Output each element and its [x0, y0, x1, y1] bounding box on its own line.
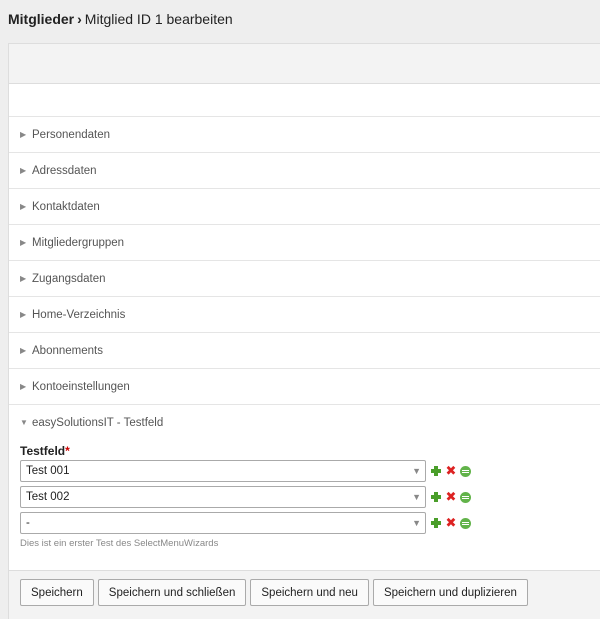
legend-adressdaten[interactable]: ▶ Adressdaten: [9, 152, 600, 188]
legend-label: Adressdaten: [32, 164, 97, 177]
delete-row-icon[interactable]: ✖: [445, 490, 457, 503]
chevron-down-icon: ▼: [412, 492, 421, 502]
save-and-close-button[interactable]: Speichern und schließen: [97, 579, 247, 606]
legend-label: easySolutionsIT - Testfeld: [32, 416, 164, 429]
triangle-right-icon: ▶: [20, 346, 27, 355]
toolbar: [9, 44, 600, 84]
wizard-row: Test 002 ▼ ✖: [20, 486, 490, 508]
legend-mitgliedergruppen[interactable]: ▶ Mitgliedergruppen: [9, 224, 600, 260]
field-label-text: Testfeld: [20, 444, 66, 458]
legend-kontaktdaten[interactable]: ▶ Kontaktdaten: [9, 188, 600, 224]
breadcrumb-separator: ›: [77, 11, 82, 27]
required-marker: *: [65, 444, 70, 458]
triangle-right-icon: ▶: [20, 202, 27, 211]
legend-label: Kontaktdaten: [32, 200, 100, 213]
add-row-icon[interactable]: [430, 517, 442, 529]
select-menu[interactable]: Test 002 ▼: [20, 486, 426, 508]
select-value: Test 002: [26, 491, 70, 503]
delete-row-icon[interactable]: ✖: [445, 516, 457, 529]
legend-testfeld[interactable]: ▼ easySolutionsIT - Testfeld: [9, 404, 600, 440]
select-value: Test 001: [26, 465, 70, 477]
triangle-right-icon: ▶: [20, 274, 27, 283]
triangle-right-icon: ▶: [20, 310, 27, 319]
triangle-down-icon: ▼: [20, 418, 28, 427]
legend-label: Personendaten: [32, 128, 111, 141]
breadcrumb-section[interactable]: Mitglieder: [8, 11, 74, 27]
testfeld-widget: Testfeld* Test 001 ▼ ✖ Test 002 ▼ ✖ - ▼ …: [20, 444, 490, 549]
save-and-duplicate-button[interactable]: Speichern und duplizieren: [372, 579, 528, 606]
fieldset-list: ▶ Personendaten ▶ Adressdaten ▶ Kontaktd…: [9, 116, 600, 440]
field-label: Testfeld*: [20, 444, 490, 458]
header-bar: Mitglieder › Mitglied ID 1 bearbeiten: [0, 0, 600, 40]
wizard-row: - ▼ ✖: [20, 512, 490, 534]
save-and-new-button[interactable]: Speichern und neu: [250, 579, 369, 606]
triangle-right-icon: ▶: [20, 382, 27, 391]
legend-label: Home-Verzeichnis: [32, 308, 126, 321]
chevron-down-icon: ▼: [412, 518, 421, 528]
submit-bar: Speichern Speichern und schließen Speich…: [9, 570, 600, 619]
triangle-right-icon: ▶: [20, 238, 27, 247]
legend-home-verzeichnis[interactable]: ▶ Home-Verzeichnis: [9, 296, 600, 332]
triangle-right-icon: ▶: [20, 166, 27, 175]
triangle-right-icon: ▶: [20, 130, 27, 139]
legend-label: Kontoeinstellungen: [32, 380, 130, 393]
select-value: -: [26, 517, 30, 529]
select-menu[interactable]: Test 001 ▼: [20, 460, 426, 482]
legend-zugangsdaten[interactable]: ▶ Zugangsdaten: [9, 260, 600, 296]
legend-label: Zugangsdaten: [32, 272, 106, 285]
add-row-icon[interactable]: [430, 465, 442, 477]
breadcrumb-current: Mitglied ID 1 bearbeiten: [84, 11, 233, 27]
button-row: Speichern Speichern und schließen Speich…: [20, 579, 532, 606]
drag-handle-icon[interactable]: [460, 517, 471, 529]
row-actions: ✖: [430, 490, 474, 503]
edit-panel: ▶ Personendaten ▶ Adressdaten ▶ Kontaktd…: [8, 43, 600, 619]
delete-row-icon[interactable]: ✖: [445, 464, 457, 477]
wizard-row: Test 001 ▼ ✖: [20, 460, 490, 482]
help-text: Dies ist ein erster Test des SelectMenuW…: [20, 538, 219, 549]
select-menu[interactable]: - ▼: [20, 512, 426, 534]
legend-abonnements[interactable]: ▶ Abonnements: [9, 332, 600, 368]
legend-label: Abonnements: [32, 344, 103, 357]
save-button[interactable]: Speichern: [20, 579, 94, 606]
chevron-down-icon: ▼: [412, 466, 421, 476]
legend-personendaten[interactable]: ▶ Personendaten: [9, 116, 600, 152]
drag-handle-icon[interactable]: [460, 465, 471, 477]
add-row-icon[interactable]: [430, 491, 442, 503]
row-actions: ✖: [430, 464, 474, 477]
legend-kontoeinstellungen[interactable]: ▶ Kontoeinstellungen: [9, 368, 600, 404]
breadcrumb: Mitglieder › Mitglied ID 1 bearbeiten: [8, 11, 233, 27]
legend-label: Mitgliedergruppen: [32, 236, 125, 249]
row-actions: ✖: [430, 516, 474, 529]
drag-handle-icon[interactable]: [460, 491, 471, 503]
